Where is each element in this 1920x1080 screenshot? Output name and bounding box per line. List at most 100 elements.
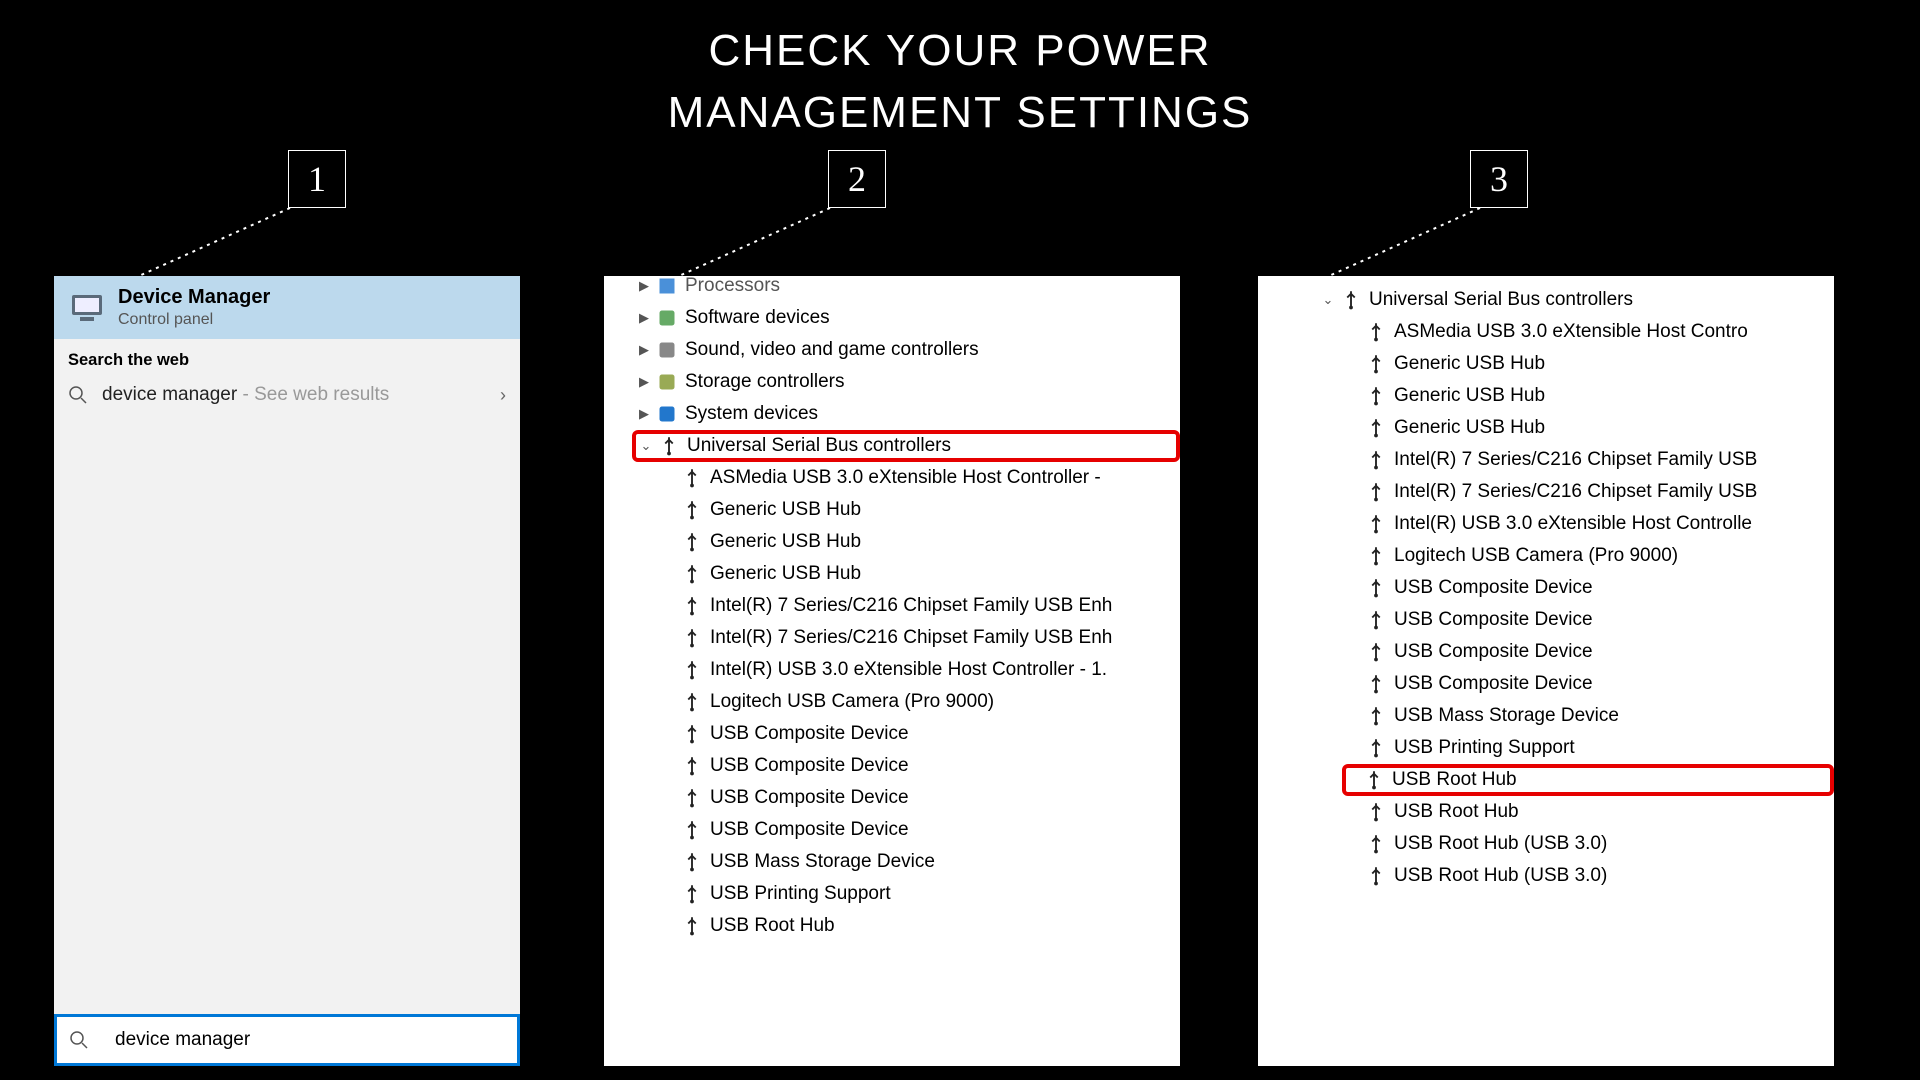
usb-icon (1364, 770, 1384, 790)
tree-item[interactable]: USB Root Hub (1258, 796, 1834, 828)
usb-icon (682, 724, 702, 744)
tree-item[interactable]: Intel(R) USB 3.0 eXtensible Host Control… (604, 654, 1180, 686)
tree-item[interactable]: USB Composite Device (604, 718, 1180, 750)
usb-icon (1366, 834, 1386, 854)
usb-icon (682, 660, 702, 680)
tree-item[interactable]: USB Printing Support (604, 878, 1180, 910)
tree-item-label: Intel(R) 7 Series/C216 Chipset Family US… (1394, 449, 1757, 471)
tree-item-label: Generic USB Hub (710, 531, 861, 553)
storage-icon (657, 372, 677, 392)
tree-item-label: Logitech USB Camera (Pro 9000) (1394, 545, 1678, 567)
device-tree-panel-2: ▶ Processors ▶ Software devices ▶ Sound, vi… (604, 276, 1180, 1066)
tree-item[interactable]: Intel(R) 7 Series/C216 Chipset Family US… (604, 622, 1180, 654)
tree-item[interactable]: Generic USB Hub (604, 558, 1180, 590)
tree-item[interactable]: USB Root Hub (USB 3.0) (1258, 828, 1834, 860)
processor-icon (657, 276, 677, 296)
tree-item[interactable]: Generic USB Hub (1258, 412, 1834, 444)
tree-item-label: USB Composite Device (1394, 577, 1593, 599)
tree-item[interactable]: USB Composite Device (1258, 572, 1834, 604)
usb-icon (682, 468, 702, 488)
tree-item[interactable]: USB Mass Storage Device (1258, 700, 1834, 732)
device-tree-panel-3: ⌄ Universal Serial Bus controllers ASMed… (1258, 276, 1834, 1066)
tree-item-cutoff[interactable]: ▶ Processors (604, 276, 1180, 302)
tree-item[interactable]: Generic USB Hub (604, 494, 1180, 526)
search-input[interactable]: device manager (54, 1014, 520, 1066)
usb-icon (682, 788, 702, 808)
tree-item-label: USB Root Hub (USB 3.0) (1394, 865, 1607, 887)
tree-item[interactable]: Logitech USB Camera (Pro 9000) (1258, 540, 1834, 572)
tree-item[interactable]: USB Composite Device (604, 750, 1180, 782)
tree-item[interactable]: USB Root Hub (USB 3.0) (1258, 860, 1834, 892)
usb-icon (1366, 802, 1386, 822)
usb-icon (1366, 642, 1386, 662)
usb-icon (1366, 578, 1386, 598)
tree-item[interactable]: USB Composite Device (604, 814, 1180, 846)
chevron-right-icon: ▶ (634, 342, 654, 358)
usb-icon (1341, 290, 1361, 310)
tree-item[interactable]: Generic USB Hub (604, 526, 1180, 558)
tree-item[interactable]: Intel(R) 7 Series/C216 Chipset Family US… (604, 590, 1180, 622)
tree-item-label: USB Composite Device (1394, 673, 1593, 695)
tree-item-label: Sound, video and game controllers (685, 339, 979, 361)
search-result-panel: Device Manager Control panel Search the … (54, 276, 520, 1066)
tree-item[interactable]: ▶Storage controllers (604, 366, 1180, 398)
tree-item[interactable]: ▶ Sound, video and game controllers (604, 334, 1180, 366)
result-subtitle: Control panel (118, 311, 270, 329)
usb-icon (682, 916, 702, 936)
tree-item-usb-root-hub-highlighted[interactable]: USB Root Hub (1342, 764, 1834, 796)
search-top-result[interactable]: Device Manager Control panel (54, 276, 520, 339)
tree-item-label: System devices (685, 403, 818, 425)
tree-item[interactable]: ▶ System devices (604, 398, 1180, 430)
tree-item[interactable]: ASMedia USB 3.0 eXtensible Host Contro (1258, 316, 1834, 348)
tree-item[interactable]: USB Printing Support (1258, 732, 1834, 764)
tree-item-label: Logitech USB Camera (Pro 9000) (710, 691, 994, 713)
tree-item[interactable]: USB Mass Storage Device (604, 846, 1180, 878)
tree-item-usb-category-highlighted[interactable]: ⌄ Universal Serial Bus controllers (632, 430, 1180, 462)
tree-item[interactable]: Intel(R) 7 Series/C216 Chipset Family US… (1258, 444, 1834, 476)
usb-icon (1366, 514, 1386, 534)
tree-item-label: USB Composite Device (710, 819, 909, 841)
tree-item[interactable]: Generic USB Hub (1258, 380, 1834, 412)
usb-icon (1366, 674, 1386, 694)
tree-item-label: ASMedia USB 3.0 eXtensible Host Contro (1394, 321, 1748, 343)
tree-item-label: USB Root Hub (1392, 769, 1517, 791)
usb-icon (682, 692, 702, 712)
tree-item[interactable]: USB Composite Device (604, 782, 1180, 814)
tree-item-label: Generic USB Hub (1394, 417, 1545, 439)
tree-item-label: Generic USB Hub (1394, 385, 1545, 407)
gear-icon (657, 308, 677, 328)
tree-item-label: USB Composite Device (710, 755, 909, 777)
tree-item[interactable]: ▶ Software devices (604, 302, 1180, 334)
tree-item[interactable]: USB Composite Device (1258, 668, 1834, 700)
web-result-row[interactable]: device manager - See web results › (54, 376, 520, 414)
tree-item-label: Universal Serial Bus controllers (1369, 289, 1633, 311)
tree-item-label: Generic USB Hub (710, 563, 861, 585)
tree-item-label: USB Root Hub (1394, 801, 1519, 823)
result-title: Device Manager (118, 286, 270, 309)
tree-item[interactable]: USB Composite Device (1258, 636, 1834, 668)
tree-item[interactable]: Intel(R) 7 Series/C216 Chipset Family US… (1258, 476, 1834, 508)
chevron-right-icon: ▶ (634, 406, 654, 422)
search-input-text: device manager (115, 1029, 250, 1051)
chevron-right-icon: › (500, 385, 506, 406)
chevron-right-icon: ▶ (634, 278, 654, 294)
tree-item[interactable]: Logitech USB Camera (Pro 9000) (604, 686, 1180, 718)
search-web-heading: Search the web (54, 339, 520, 376)
tree-item-label: Software devices (685, 307, 830, 329)
tree-item-usb-category[interactable]: ⌄ Universal Serial Bus controllers (1258, 284, 1834, 316)
tree-item-label: Intel(R) 7 Series/C216 Chipset Family US… (710, 595, 1112, 617)
sound-icon (657, 340, 677, 360)
tree-item-label: USB Composite Device (710, 787, 909, 809)
tree-item-label: Universal Serial Bus controllers (687, 435, 951, 457)
usb-icon (682, 564, 702, 584)
chevron-right-icon: ▶ (634, 310, 654, 326)
tree-item[interactable]: USB Composite Device (1258, 604, 1834, 636)
usb-icon (1366, 386, 1386, 406)
tree-item-label: USB Printing Support (710, 883, 891, 905)
tree-item[interactable]: ASMedia USB 3.0 eXtensible Host Controll… (604, 462, 1180, 494)
tree-item[interactable]: Intel(R) USB 3.0 eXtensible Host Control… (1258, 508, 1834, 540)
usb-icon (682, 852, 702, 872)
chevron-down-icon: ⌄ (1318, 292, 1338, 308)
tree-item[interactable]: Generic USB Hub (1258, 348, 1834, 380)
tree-item[interactable]: USB Root Hub (604, 910, 1180, 942)
